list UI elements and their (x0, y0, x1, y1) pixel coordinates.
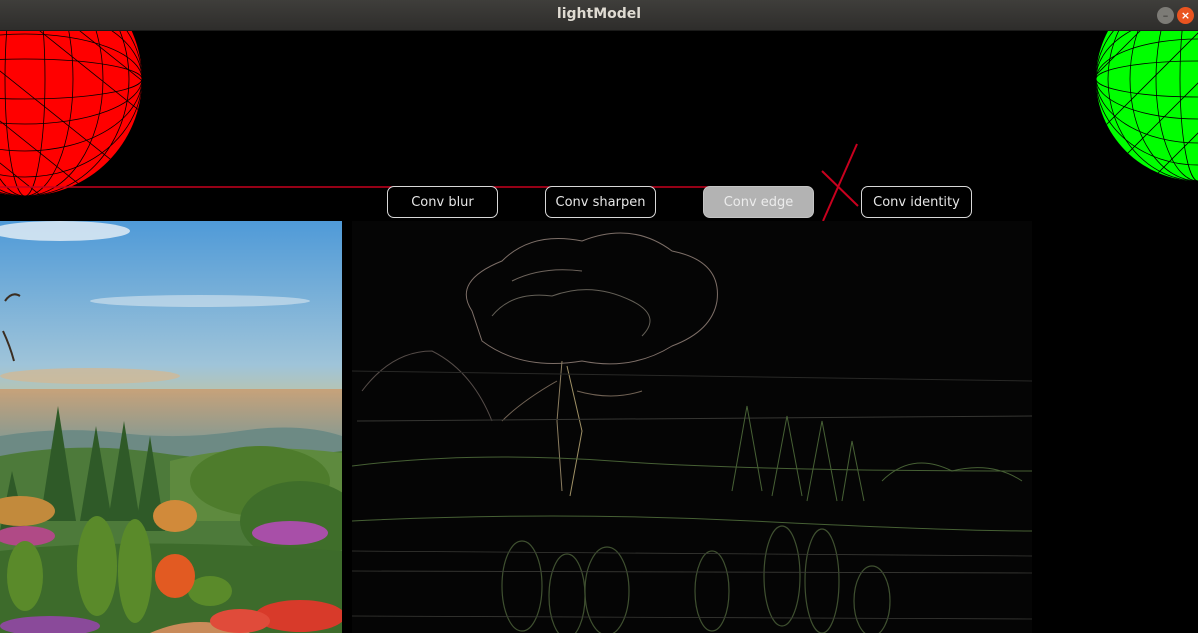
close-icon[interactable]: × (1177, 7, 1194, 24)
window-titlebar[interactable]: lightModel – × (0, 0, 1198, 31)
edge-output-image (352, 221, 1032, 633)
red-sphere (0, 31, 142, 196)
source-image (0, 221, 342, 633)
minimize-icon[interactable]: – (1157, 7, 1174, 24)
conv-sharpen-button[interactable]: Conv sharpen (545, 186, 656, 218)
window-title: lightModel (556, 6, 642, 22)
cross-marker (821, 143, 859, 222)
green-sphere (1096, 31, 1198, 181)
render-canvas[interactable]: Conv blur Conv sharpen Conv edge Conv id… (0, 31, 1198, 633)
conv-identity-button[interactable]: Conv identity (861, 186, 972, 218)
conv-blur-button[interactable]: Conv blur (387, 186, 498, 218)
conv-edge-button[interactable]: Conv edge (703, 186, 814, 218)
